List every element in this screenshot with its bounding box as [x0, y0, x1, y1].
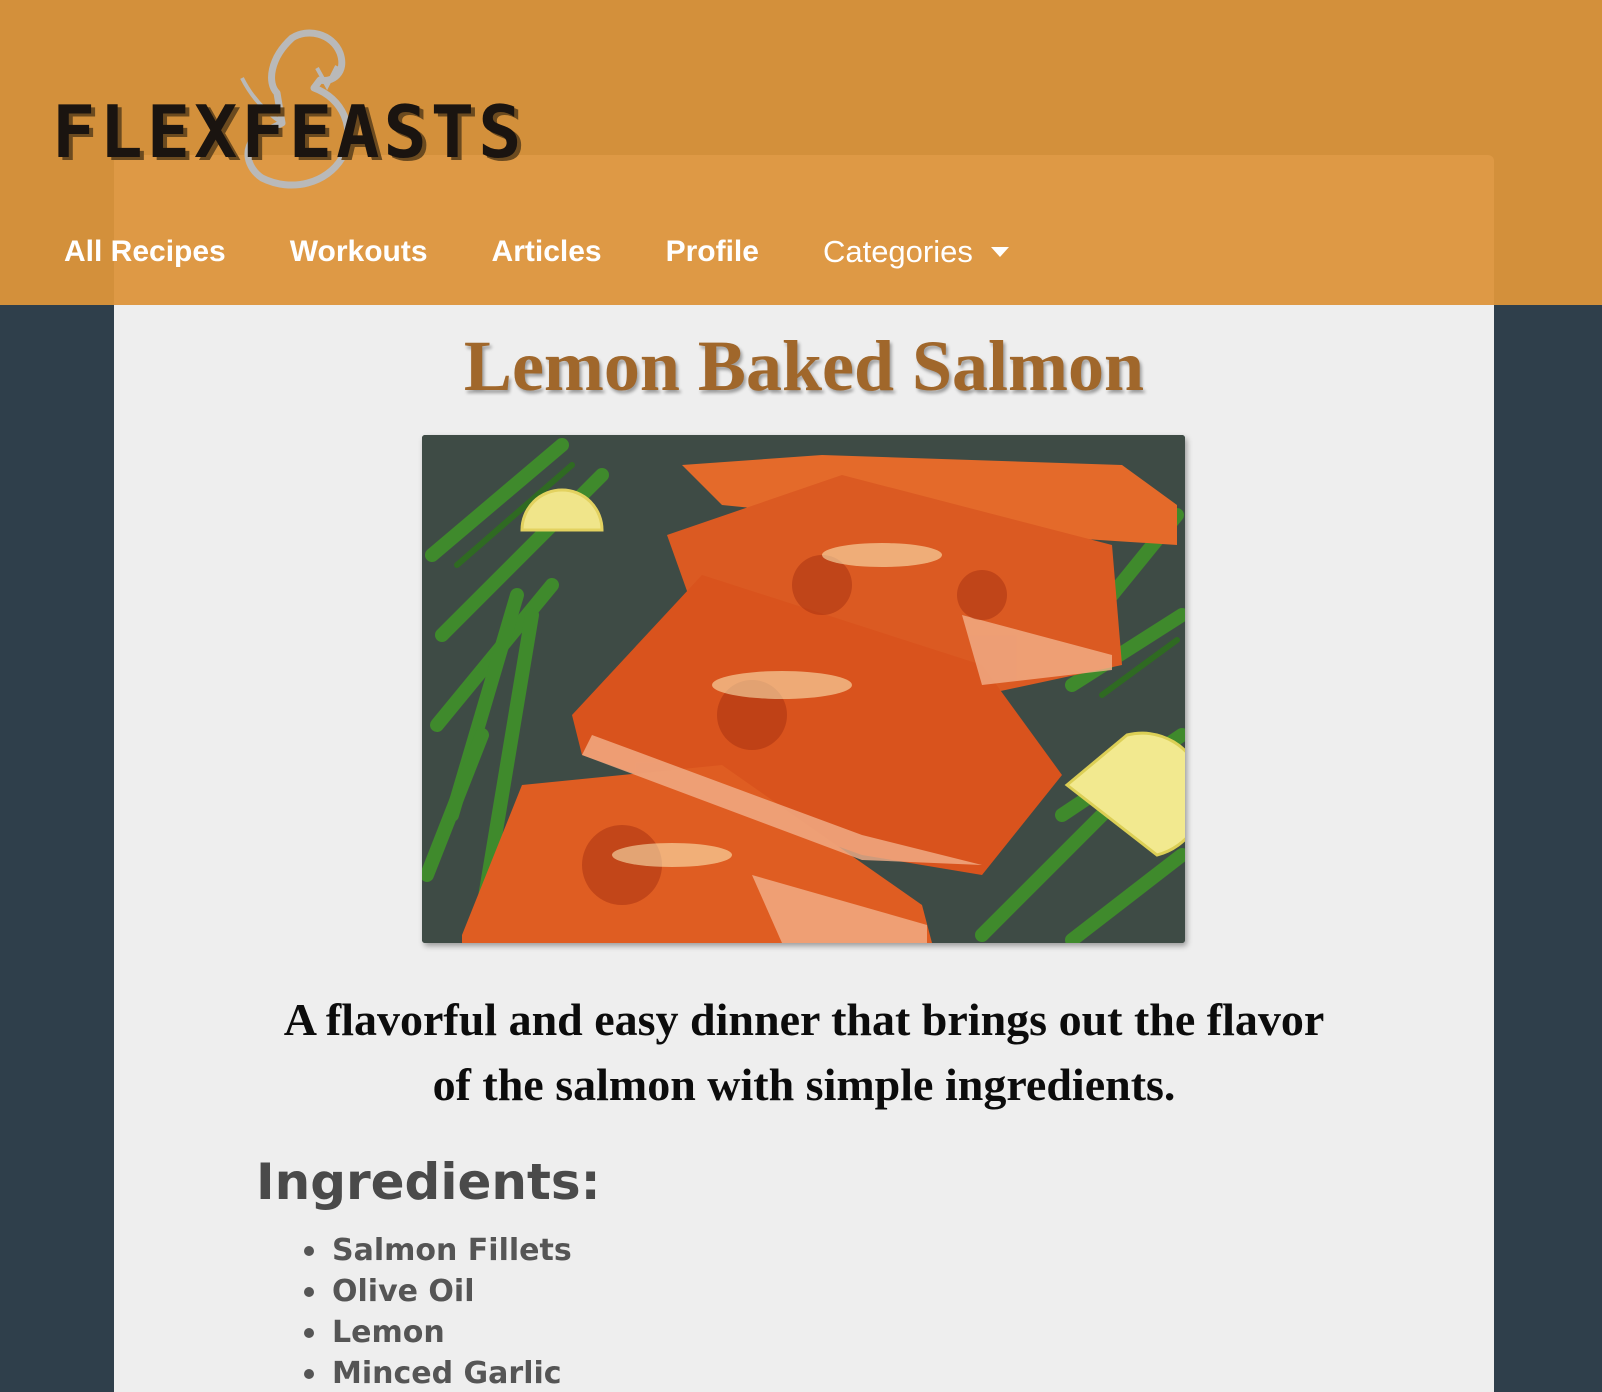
- salmon-photo-icon: [422, 435, 1185, 943]
- categories-label: Categories: [822, 234, 973, 269]
- list-item: Salmon Fillets: [304, 1230, 572, 1271]
- ingredient-name: Olive Oil: [332, 1274, 475, 1309]
- logo-text: FLEXFEASTS: [52, 90, 526, 174]
- page: FLEXFEASTS All Recipes Workouts Articles…: [0, 0, 1602, 1392]
- ingredient-name: Salmon Fillets: [332, 1233, 572, 1268]
- recipe-description: A flavorful and easy dinner that brings …: [283, 994, 1325, 1110]
- recipe-image: [422, 435, 1185, 943]
- list-item: Olive Oil: [304, 1271, 572, 1312]
- list-item: Lemon: [304, 1312, 572, 1353]
- site-logo[interactable]: FLEXFEASTS: [52, 28, 532, 203]
- bullet-icon: [304, 1368, 314, 1379]
- ingredient-name: Lemon: [332, 1315, 445, 1350]
- caret-down-icon: [990, 247, 1009, 257]
- ingredient-list: Salmon Fillets Olive Oil Lemon Minced Ga…: [304, 1230, 572, 1392]
- ingredient-name: Minced Garlic: [332, 1356, 562, 1391]
- recipe-content: Lemon Baked Salmon A flavorful and easy …: [114, 305, 1494, 1392]
- nav-articles[interactable]: Articles: [492, 235, 602, 269]
- bullet-icon: [304, 1286, 314, 1297]
- nav-all-recipes[interactable]: All Recipes: [64, 235, 226, 269]
- recipe-title: Lemon Baked Salmon: [463, 326, 1145, 406]
- categories-dropdown[interactable]: Categories: [823, 234, 1009, 270]
- site-header: FLEXFEASTS All Recipes Workouts Articles…: [0, 0, 1602, 305]
- main-nav: All Recipes Workouts Articles Profile Ca…: [64, 228, 1009, 276]
- bullet-icon: [304, 1327, 314, 1338]
- nav-workouts[interactable]: Workouts: [290, 235, 428, 269]
- ingredients-heading: Ingredients:: [256, 1153, 601, 1211]
- list-item: Minced Garlic: [304, 1353, 572, 1392]
- bullet-icon: [304, 1245, 314, 1256]
- nav-profile[interactable]: Profile: [666, 235, 759, 269]
